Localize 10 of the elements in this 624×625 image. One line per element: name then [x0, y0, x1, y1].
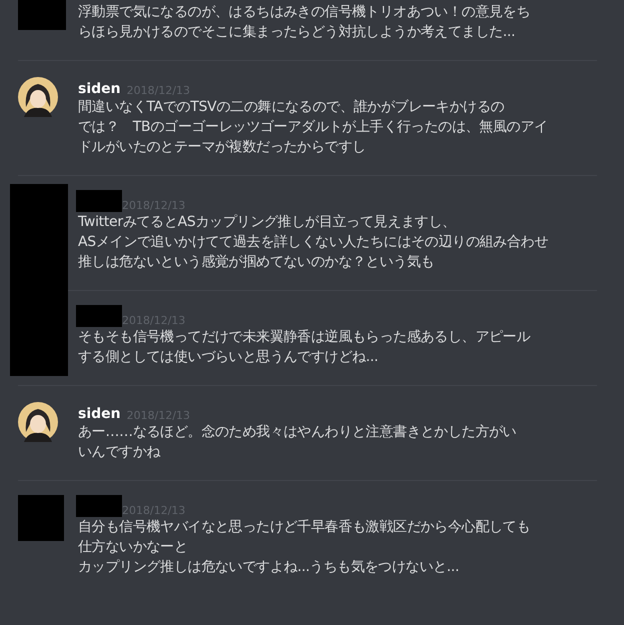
username[interactable]: siden — [78, 406, 121, 422]
message-text: あー……なるほど。念のため我々はやんわりと注意書きとかした方がい いんですかね — [78, 423, 516, 462]
avatar[interactable] — [18, 77, 58, 117]
message-text: TwitterみてるとASカップリング推しが目立って見えますし、 ASメインで追いかけてて過去を詳しくない人たちにはその辺りの組み合わせ 推しは危ないという感覚が掴めてないのかな？という気も — [78, 213, 548, 272]
message-text: 間違いなくTAでのTSVの二の舞になるので、誰かがブレーキかけるの では？ TBのゴーゴーレッツゴーアダルトが上手く行ったのは、無風のアイ ドルがいたのとテーマが複数だったからですし — [78, 98, 548, 157]
message-text: 浮動票で気になるのが、はるちはみきの信号機トリオあつい！の意見をち らほら見かけるのでそこに集まったらどう対抗しようか考えてました... — [78, 3, 530, 42]
username[interactable]: siden — [78, 81, 121, 97]
avatar[interactable] — [18, 402, 58, 442]
message-text: 自分も信号機ヤバイなと思ったけど千早春香も激戦区だから今心配しても 仕方ないかなーと カップリング推しは危ないですよね...うちも気をつけないと... — [78, 518, 530, 577]
message-text: そもそも信号機ってだけで未来翼静香は逆風もらった感あるし、アピール する側としては使いづらいと思うんですけどね... — [78, 328, 530, 367]
